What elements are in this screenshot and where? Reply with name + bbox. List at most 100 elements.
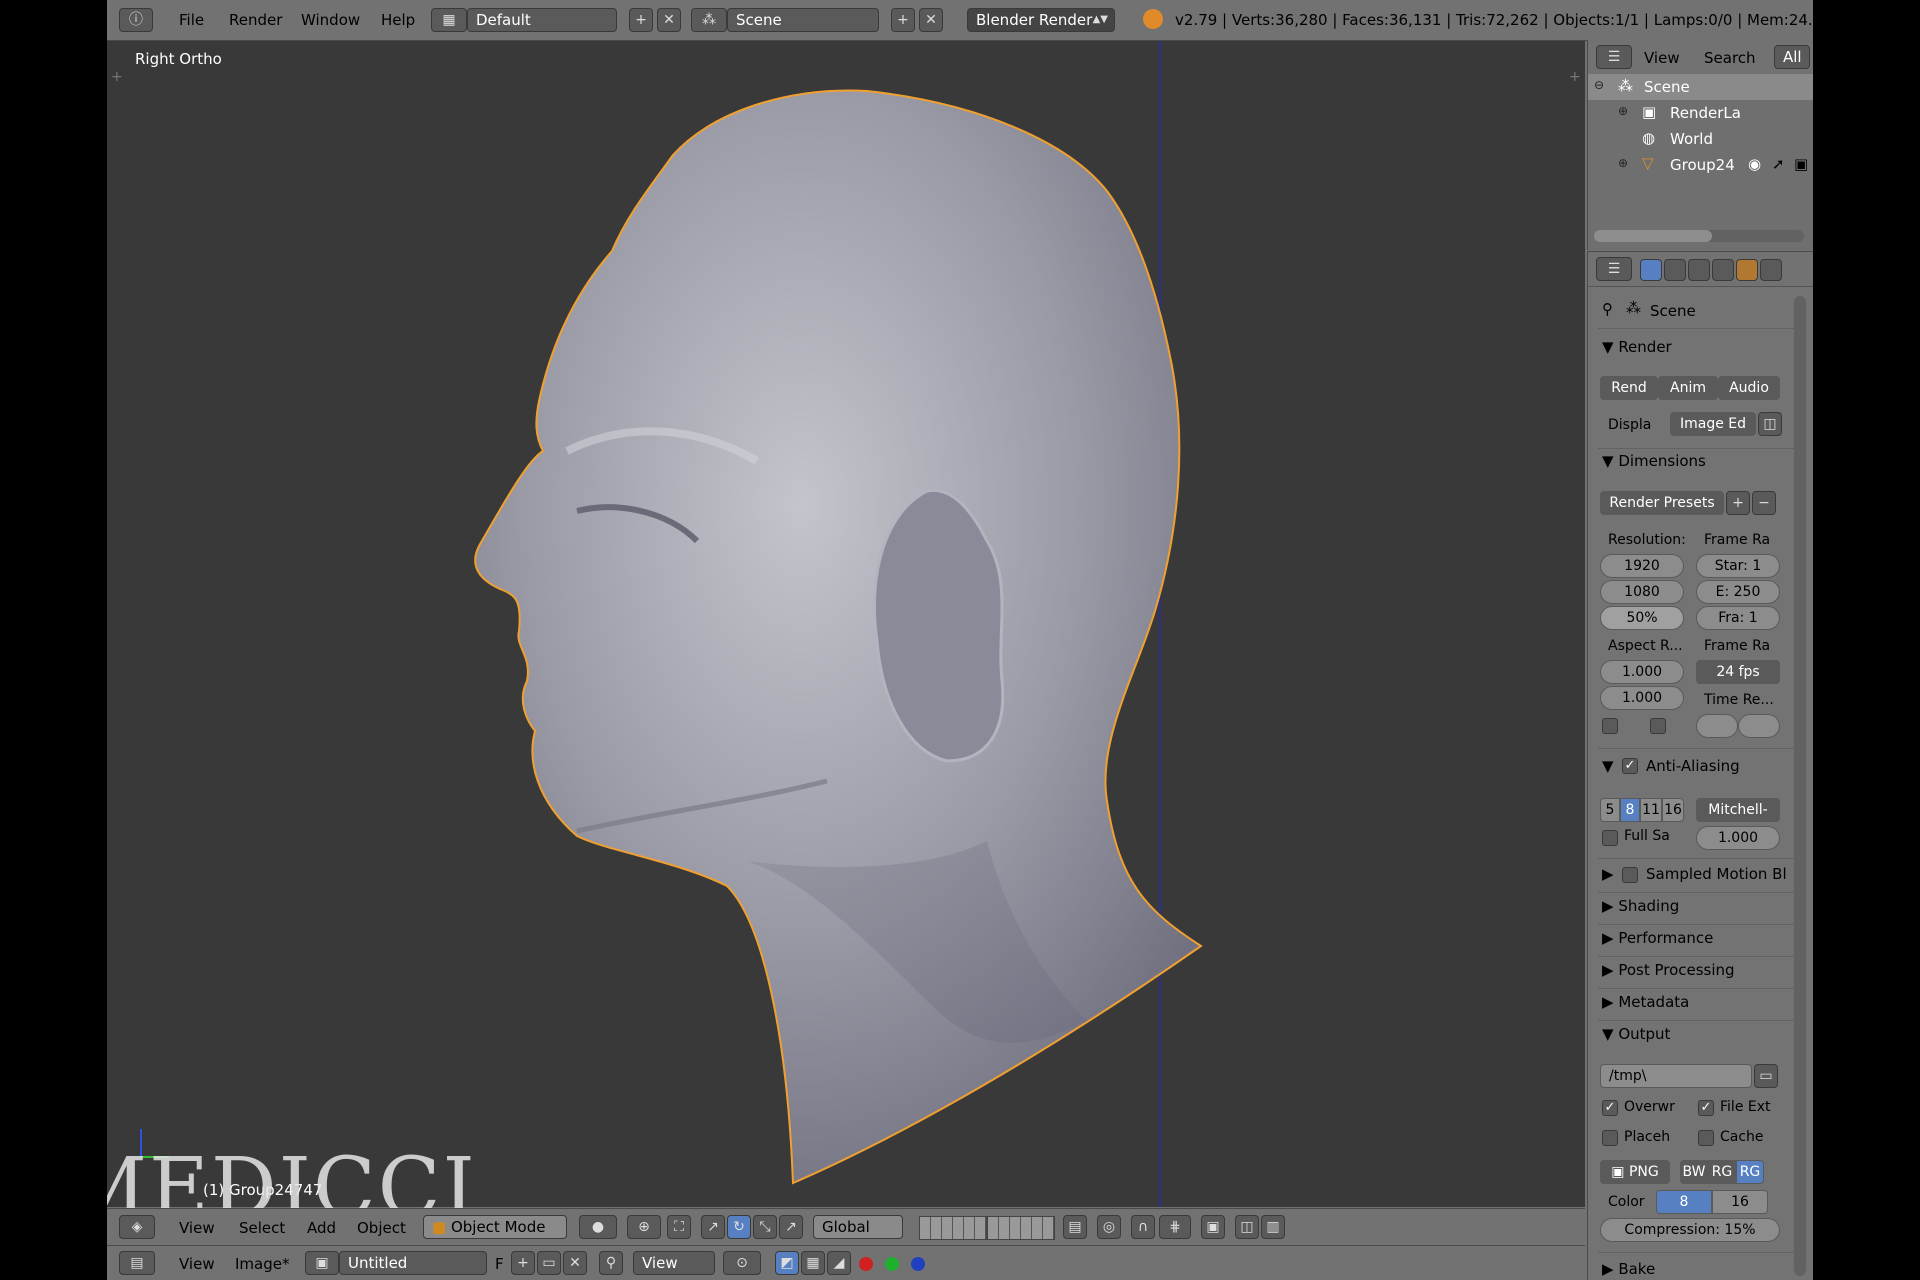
panel-bake[interactable]: ▶ Bake [1602,1260,1655,1278]
image-view-mode-dropdown[interactable]: View [633,1251,715,1275]
lock-camera-button[interactable]: ▤ [1063,1215,1087,1239]
layer-grid-1[interactable] [919,1216,987,1240]
display-dropdown[interactable]: Image Ed [1670,412,1756,436]
translate-manipulator[interactable]: ↗ [701,1215,725,1239]
remove-preset-button[interactable]: − [1752,491,1776,515]
add-layout-button[interactable]: + [629,8,653,32]
panel-render-header[interactable]: ▼ Render [1602,338,1672,356]
scale-manipulator[interactable]: ⤡ [753,1215,777,1239]
outliner-scrollbar[interactable] [1594,230,1804,242]
snap-element-button[interactable]: ⋕ [1159,1215,1191,1239]
aspect-x-field[interactable]: 1.000 [1600,660,1684,684]
border-checkbox[interactable] [1602,718,1618,734]
collapse-icon[interactable]: ⊖ [1594,78,1604,92]
pin-icon[interactable]: ⚲ [1602,300,1613,318]
properties-scrollbar[interactable] [1794,296,1806,1276]
browse-image-button[interactable]: ▣ [305,1251,339,1275]
3d-viewport[interactable]: Right Ortho + + (1) Group24747 EDICCI [107,41,1585,1236]
expand-icon[interactable]: ⊕ [1618,104,1628,118]
scene-icon-button[interactable]: ⁂ [691,8,727,32]
render-still-button[interactable]: Rend [1600,376,1658,400]
editor-type-properties-button[interactable]: ☰ [1596,257,1632,281]
menu-view[interactable]: View [179,1255,215,1273]
modifier-tab-icon[interactable] [1760,259,1782,281]
panel-dimensions-header[interactable]: ▼ Dimensions [1602,452,1706,470]
panel-performance[interactable]: ▶ Performance [1602,929,1713,947]
resolution-x-field[interactable]: 1920 [1600,554,1684,578]
render-animation-button[interactable]: Anim [1658,376,1718,400]
object-mode-dropdown[interactable]: ■ Object Mode [423,1215,567,1239]
layout-icon-button[interactable]: ▦ [431,8,467,32]
menu-image[interactable]: Image* [235,1255,289,1273]
add-preset-button[interactable]: + [1726,491,1750,515]
outliner-item-renderlayers[interactable]: ⊕ ▣ RenderLa [1588,100,1813,126]
transform-orientation-dropdown[interactable]: Global [813,1215,903,1239]
display-alpha-button[interactable]: ▦ [801,1251,825,1275]
color-mode-rgb[interactable]: RG [1708,1160,1736,1184]
eye-icon[interactable]: ◉ [1748,155,1761,173]
time-remap-old-field[interactable] [1696,714,1738,738]
anti-aliasing-checkbox[interactable]: ✓ [1622,758,1638,774]
menu-view[interactable]: View [179,1219,215,1237]
render-tab-icon[interactable] [1640,259,1662,281]
motion-blur-checkbox[interactable] [1622,867,1638,883]
proportional-edit-button[interactable]: ◎ [1097,1215,1121,1239]
unlink-image-button[interactable]: ✕ [563,1251,587,1275]
outliner-item-group[interactable]: ⊕ ▽ Group24 ◉ ➚ ▣ [1588,152,1813,178]
new-image-button[interactable]: + [511,1251,535,1275]
scene-tab-icon[interactable] [1688,259,1710,281]
render-still-button[interactable]: ◫ [1235,1215,1259,1239]
snap-toggle-button[interactable]: ∩ [1131,1215,1155,1239]
menu-help[interactable]: Help [381,11,415,29]
menu-select[interactable]: Select [239,1219,285,1237]
panel-sampled-motion-blur[interactable]: ▶ [1602,865,1614,883]
menu-add[interactable]: Add [307,1219,336,1237]
aa-filter-dropdown[interactable]: Mitchell- [1696,798,1780,822]
display-rgb-button[interactable]: ◩ [775,1251,799,1275]
pivot-point-button[interactable]: ⊕ [627,1215,661,1239]
remove-scene-button[interactable]: ✕ [919,8,943,32]
outliner-menu-search[interactable]: Search [1704,49,1756,67]
render-engine-dropdown[interactable]: Blender Render ▲▼ [967,8,1115,32]
screen-layout-dropdown[interactable]: Default [467,8,617,32]
editor-type-outliner-button[interactable]: ☰ [1596,45,1632,69]
panel-anti-aliasing-header[interactable]: ▼ [1602,757,1614,775]
cursor-select-icon[interactable]: ➚ [1772,155,1785,173]
cache-result-checkbox[interactable] [1698,1130,1714,1146]
blue-channel-icon[interactable] [911,1257,925,1271]
outliner-item-world[interactable]: ◍ World [1588,126,1813,152]
layer-grid-2[interactable] [987,1216,1055,1240]
aspect-y-field[interactable]: 1.000 [1600,686,1684,710]
filter-size-field[interactable]: 1.000 [1696,826,1780,850]
expand-icon[interactable]: ⊕ [1618,156,1628,170]
aa-samples-11[interactable]: 11 [1640,798,1662,822]
remove-layout-button[interactable]: ✕ [657,8,681,32]
frame-step-field[interactable]: Fra: 1 [1696,606,1780,630]
pin-image-button[interactable]: ⚲ [599,1251,623,1275]
panel-output-header[interactable]: ▼ Output [1602,1025,1670,1043]
render-camera-icon[interactable]: ▣ [1794,155,1808,173]
object-tab-icon[interactable] [1736,259,1758,281]
editor-type-3d-button[interactable]: ◈ [119,1215,155,1239]
compression-slider[interactable]: Compression: 15% [1600,1218,1780,1242]
time-remap-new-field[interactable] [1738,714,1780,738]
crop-checkbox[interactable] [1650,718,1666,734]
panel-metadata[interactable]: ▶ Metadata [1602,993,1689,1011]
opengl-render-button[interactable]: ▣ [1201,1215,1225,1239]
placeholders-checkbox[interactable] [1602,1130,1618,1146]
frame-rate-dropdown[interactable]: 24 fps [1696,660,1780,684]
manipulator-toggle[interactable]: ⛶ [667,1215,691,1239]
panel-shading[interactable]: ▶ Shading [1602,897,1679,915]
file-format-dropdown[interactable]: ▣ PNG [1600,1160,1670,1184]
resolution-percent-field[interactable]: 50% [1600,606,1684,630]
color-mode-bw[interactable]: BW [1680,1160,1708,1184]
aa-samples-16[interactable]: 16 [1662,798,1684,822]
manipulator-extra[interactable]: ↗ [779,1215,803,1239]
green-channel-icon[interactable] [885,1257,899,1271]
full-sample-checkbox[interactable] [1602,830,1618,846]
browse-output-button[interactable]: ▭ [1754,1064,1778,1088]
world-tab-icon[interactable] [1712,259,1734,281]
outliner-menu-view[interactable]: View [1644,49,1680,67]
image-name-field[interactable]: Untitled [339,1251,487,1275]
outliner-scroll-thumb[interactable] [1594,230,1712,242]
